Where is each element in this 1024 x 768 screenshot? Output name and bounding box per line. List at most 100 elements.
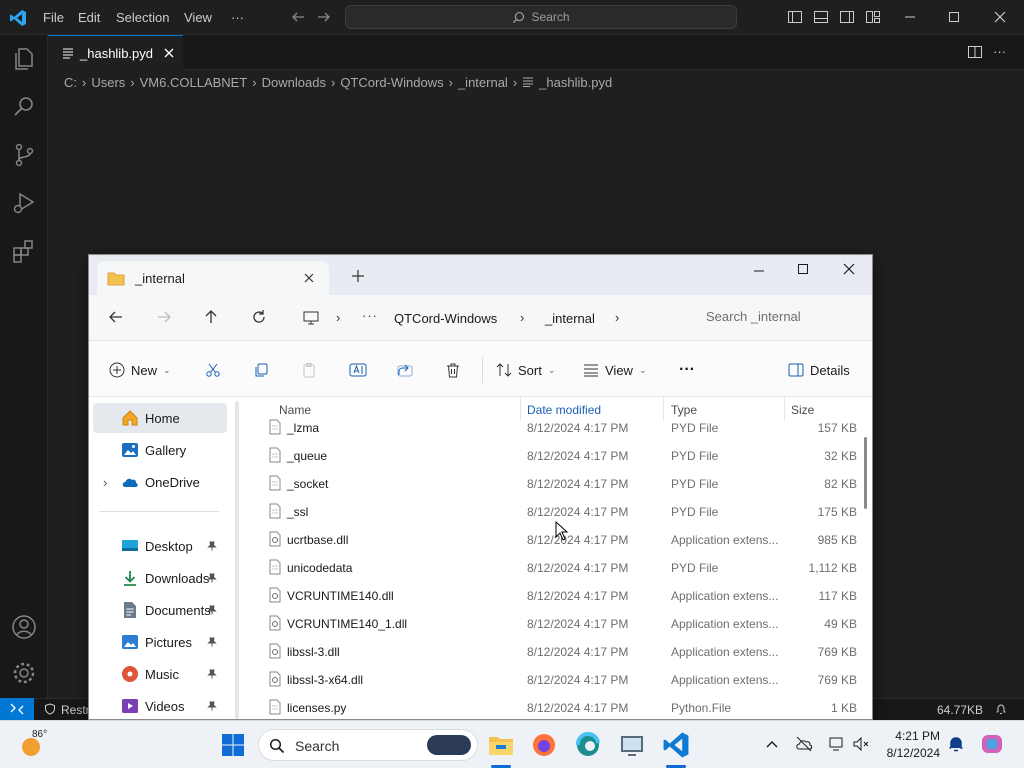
file-row[interactable]: _queue 8/12/2024 4:17 PM PYD File 32 KB — [243, 442, 872, 470]
minimize-icon[interactable] — [902, 9, 918, 25]
cut-button[interactable] — [205, 359, 221, 381]
remote-indicator[interactable] — [0, 698, 34, 720]
explorer-minimize-icon[interactable] — [751, 263, 767, 279]
menu-edit[interactable]: Edit — [78, 0, 100, 35]
sidebar-item-pictures[interactable]: Pictures — [93, 627, 227, 657]
close-tab-icon[interactable] — [303, 272, 315, 284]
split-editor-icon[interactable] — [967, 44, 983, 60]
explorer-files-icon[interactable] — [10, 45, 38, 73]
copilot-icon[interactable] — [980, 732, 1004, 756]
new-tab-plus-icon[interactable] — [351, 269, 365, 283]
breadcrumb-item[interactable]: VM6.COLLABNET — [140, 75, 248, 90]
file-row[interactable]: VCRUNTIME140_1.dll 8/12/2024 4:17 PM Appli… — [243, 610, 872, 638]
taskbar-time[interactable]: 4:21 PM — [882, 729, 940, 743]
paste-button[interactable] — [301, 359, 317, 381]
sidebar-item-onedrive[interactable]: › OneDrive — [93, 467, 227, 497]
more-options-icon[interactable]: ··· — [679, 359, 695, 381]
file-row[interactable]: _lzma 8/12/2024 4:17 PM PYD File 157 KB — [243, 414, 872, 442]
path-segment[interactable]: _internal — [545, 311, 595, 326]
menu-selection[interactable]: Selection — [116, 0, 169, 35]
breadcrumb-item[interactable]: QTCord-Windows — [340, 75, 443, 90]
weather-temp[interactable]: 86° — [32, 729, 47, 740]
toggle-panel-icon[interactable] — [813, 9, 829, 25]
show-hidden-icons-chevron-icon[interactable] — [765, 737, 779, 751]
path-segment[interactable]: QTCord-Windows — [394, 311, 497, 326]
firefox-icon[interactable] — [530, 731, 558, 759]
chevron-right-icon[interactable]: › — [103, 475, 121, 490]
network-icon[interactable] — [828, 735, 846, 753]
command-center-search[interactable]: Search — [345, 5, 737, 29]
edge-icon[interactable] — [574, 731, 602, 759]
explorer-close-icon[interactable] — [841, 261, 857, 277]
menu-file[interactable]: File — [43, 0, 64, 35]
breadcrumb-item[interactable]: C: — [64, 75, 77, 90]
file-row[interactable]: VCRUNTIME140.dll 8/12/2024 4:17 PM Applica… — [243, 582, 872, 610]
file-explorer-taskbar-icon[interactable] — [487, 731, 515, 759]
sidebar-item-downloads[interactable]: Downloads — [93, 563, 227, 593]
pin-icon[interactable] — [207, 573, 217, 583]
search-icon[interactable] — [10, 93, 38, 121]
run-debug-icon[interactable] — [10, 189, 38, 217]
onedrive-offline-icon[interactable] — [795, 735, 813, 753]
close-icon[interactable] — [992, 9, 1008, 25]
up-arrow-icon[interactable] — [201, 307, 221, 327]
accounts-icon[interactable] — [10, 613, 38, 641]
menu-more[interactable]: ··· — [231, 0, 244, 35]
sidebar-item-videos[interactable]: Videos — [93, 691, 227, 719]
sidebar-item-gallery[interactable]: Gallery — [93, 435, 227, 465]
more-path-icon[interactable]: ··· — [362, 308, 378, 323]
customize-layout-icon[interactable] — [865, 9, 881, 25]
sort-button[interactable]: Sort ⌄ — [496, 359, 555, 381]
extensions-icon[interactable] — [10, 237, 38, 265]
refresh-icon[interactable] — [249, 307, 269, 327]
pin-icon[interactable] — [207, 605, 217, 615]
taskbar-date[interactable]: 8/12/2024 — [882, 746, 940, 760]
pin-icon[interactable] — [207, 701, 217, 711]
file-list-scrollbar[interactable] — [864, 437, 867, 509]
breadcrumb-item[interactable]: Downloads — [262, 75, 326, 90]
copy-button[interactable] — [253, 359, 269, 381]
file-row[interactable]: libssl-3.dll 8/12/2024 4:17 PM Application… — [243, 638, 872, 666]
tab-close-icon[interactable] — [163, 47, 175, 59]
new-button[interactable]: New ⌄ — [109, 359, 171, 381]
breadcrumb-item[interactable]: _internal — [458, 75, 508, 90]
back-arrow-icon[interactable] — [290, 9, 306, 25]
volume-muted-icon[interactable] — [852, 735, 870, 753]
sidebar-item-music[interactable]: Music — [93, 659, 227, 689]
pin-icon[interactable] — [207, 541, 217, 551]
explorer-tab-internal[interactable]: _internal — [97, 261, 329, 295]
tab-hashlib-pyd[interactable]: _hashlib.pyd — [48, 35, 183, 70]
details-button[interactable]: Details — [788, 359, 850, 381]
toggle-sidebar-icon[interactable] — [787, 9, 803, 25]
file-row[interactable]: _socket 8/12/2024 4:17 PM PYD File 82 KB — [243, 470, 872, 498]
forward-arrow-icon[interactable] — [316, 9, 332, 25]
pin-icon[interactable] — [207, 669, 217, 679]
rename-button[interactable] — [349, 359, 367, 381]
forward-arrow-icon[interactable] — [154, 307, 174, 327]
notification-bell-icon[interactable] — [948, 735, 964, 753]
file-row[interactable]: libssl-3-x64.dll 8/12/2024 4:17 PM Applica… — [243, 666, 872, 694]
share-button[interactable] — [397, 359, 413, 381]
toggle-secondary-sidebar-icon[interactable] — [839, 9, 855, 25]
settings-gear-icon[interactable] — [10, 659, 38, 687]
restricted-mode-label[interactable]: Restr — [61, 703, 90, 717]
source-control-icon[interactable] — [10, 141, 38, 169]
search-internal-input[interactable]: Search _internal — [706, 309, 801, 324]
maximize-icon[interactable] — [946, 9, 962, 25]
bell-icon[interactable] — [995, 703, 1007, 715]
file-row[interactable]: unicodedata 8/12/2024 4:17 PM PYD File 1,11… — [243, 554, 872, 582]
view-button[interactable]: View ⌄ — [583, 359, 647, 381]
start-windows-icon[interactable] — [219, 731, 247, 759]
sidebar-item-documents[interactable]: Documents — [93, 595, 227, 625]
sidebar-item-home[interactable]: Home — [93, 403, 227, 433]
menu-view[interactable]: View — [184, 0, 212, 35]
sidebar-scrollbar[interactable] — [235, 401, 239, 719]
back-arrow-icon[interactable] — [106, 307, 126, 327]
file-row[interactable]: licenses.py 8/12/2024 4:17 PM Python.File 1… — [243, 694, 872, 719]
taskbar-search-box[interactable]: Search — [258, 729, 478, 761]
more-actions-icon[interactable]: ··· — [993, 44, 1009, 60]
sidebar-item-desktop[interactable]: Desktop — [93, 531, 227, 561]
remote-desktop-icon[interactable] — [618, 731, 646, 759]
address-bar[interactable]: › ··· QTCord-Windows › _internal › — [290, 300, 775, 336]
breadcrumb-item[interactable]: _hashlib.pyd — [539, 75, 612, 90]
